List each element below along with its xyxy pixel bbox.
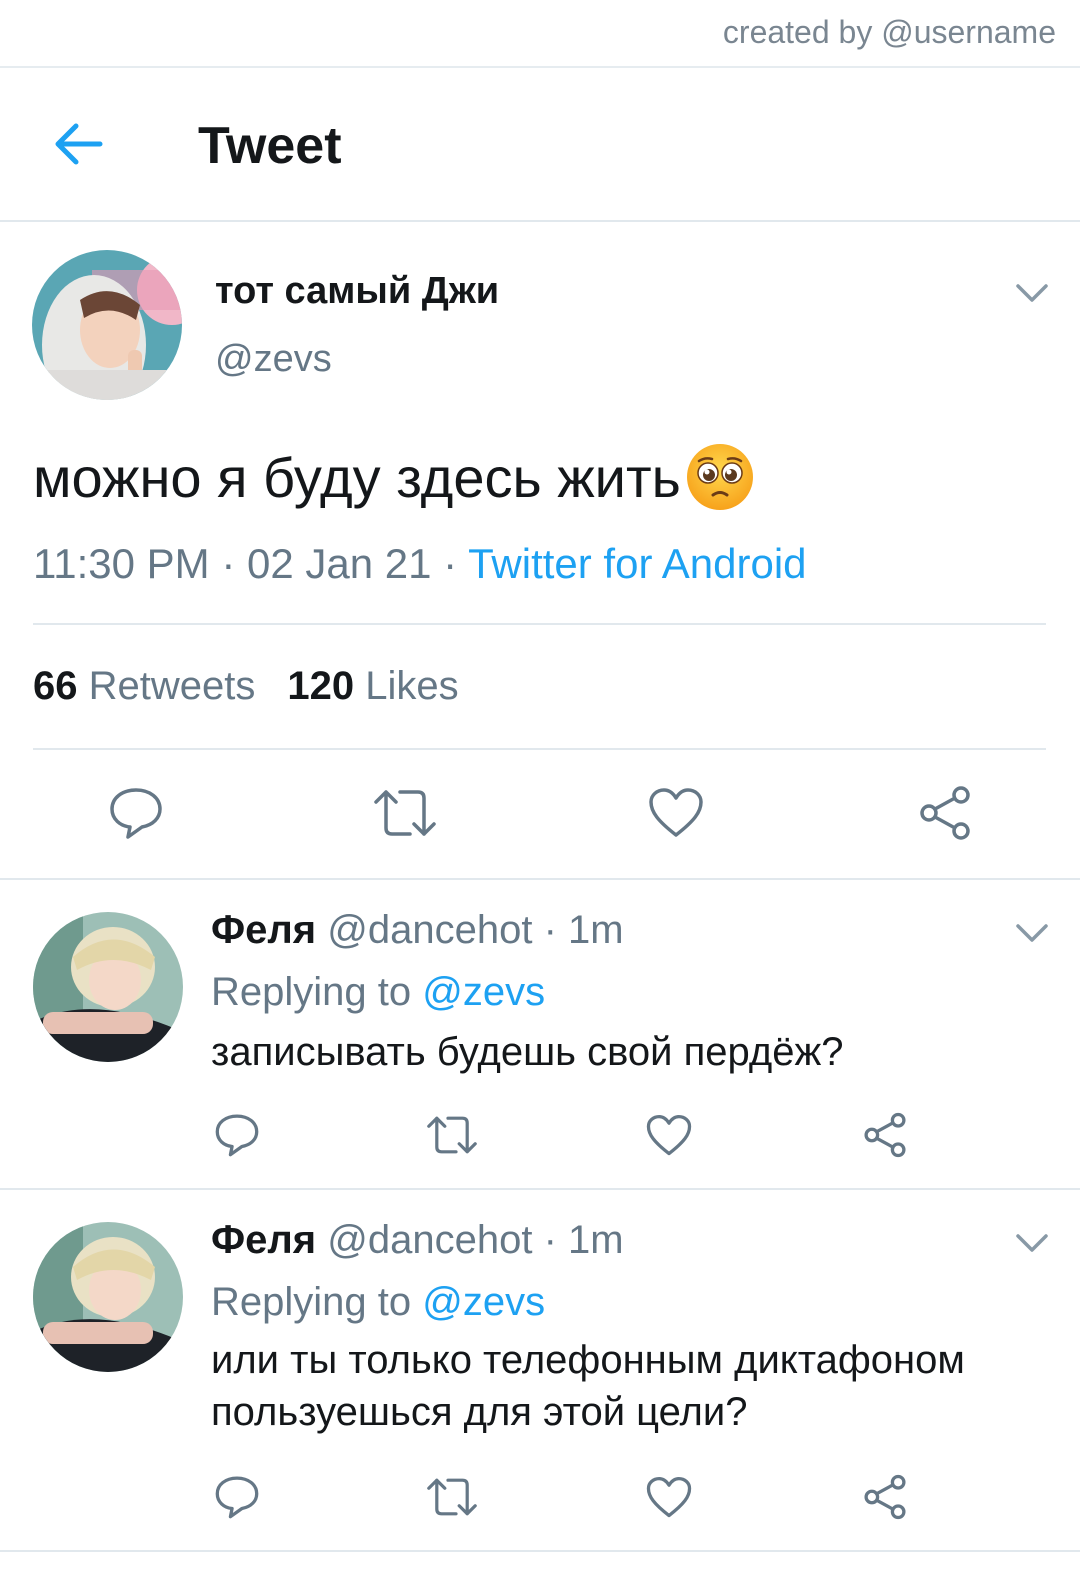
author-handle[interactable]: @zevs bbox=[215, 338, 332, 381]
reply-author-avatar[interactable] bbox=[33, 912, 183, 1062]
like-icon[interactable] bbox=[646, 1476, 692, 1519]
reply-icon[interactable] bbox=[214, 1112, 260, 1158]
reply-handle[interactable]: @dancehot bbox=[327, 908, 532, 952]
replying-to-mention[interactable]: @zevs bbox=[422, 970, 545, 1014]
tweet-metadata: 11:30 PM · 02 Jan 21 · Twitter for Andro… bbox=[33, 540, 807, 588]
like-icon[interactable] bbox=[646, 1114, 692, 1157]
replying-to-label: Replying to bbox=[211, 1280, 412, 1324]
section-divider bbox=[0, 1188, 1080, 1190]
meta-separator: · bbox=[221, 540, 247, 587]
reply-text: или ты только телефонным диктафоном поль… bbox=[211, 1338, 965, 1434]
replying-to-line: Replying to @zevs bbox=[211, 1280, 545, 1325]
share-icon[interactable] bbox=[862, 1474, 908, 1520]
author-display-name[interactable]: тот самый Джи bbox=[215, 270, 499, 313]
replying-to-label: Replying to bbox=[211, 970, 412, 1014]
like-icon[interactable] bbox=[648, 787, 704, 839]
chevron-down-icon[interactable] bbox=[1015, 282, 1049, 304]
chevron-down-icon[interactable] bbox=[1015, 1232, 1049, 1254]
reply-age: 1m bbox=[568, 1218, 624, 1262]
retweet-icon[interactable] bbox=[425, 1115, 479, 1155]
author-avatar[interactable] bbox=[32, 250, 182, 400]
tweet-text: можно я буду здесь жить bbox=[33, 442, 755, 512]
share-icon[interactable] bbox=[917, 785, 973, 841]
watermark-text: created by @username bbox=[722, 14, 1056, 50]
reply-display-name[interactable]: Феля bbox=[211, 1218, 316, 1262]
chevron-down-icon[interactable] bbox=[1015, 922, 1049, 944]
reply-text: записывать будешь свой пердёж? bbox=[211, 1030, 844, 1074]
page-title: Tweet bbox=[198, 117, 342, 175]
retweets-stat[interactable]: 66 Retweets bbox=[33, 664, 255, 708]
retweet-icon[interactable] bbox=[425, 1477, 479, 1517]
separator bbox=[33, 623, 1046, 625]
tweet-time: 11:30 PM bbox=[33, 540, 210, 587]
section-divider bbox=[0, 1550, 1080, 1552]
tweet-source-link[interactable]: Twitter for Android bbox=[468, 540, 806, 587]
retweets-count: 66 bbox=[33, 664, 78, 708]
tweet-text-content: можно я буду здесь жить bbox=[33, 445, 681, 509]
back-arrow-icon[interactable] bbox=[50, 116, 106, 172]
engagement-stats: 66 Retweets 120 Likes bbox=[33, 664, 459, 709]
app-header: Tweet bbox=[0, 68, 1080, 222]
tweet-date: 02 Jan 21 bbox=[246, 540, 432, 587]
reply-handle[interactable]: @dancehot bbox=[327, 1218, 532, 1262]
likes-stat[interactable]: 120 Likes bbox=[287, 664, 458, 708]
meta-separator: · bbox=[543, 1218, 569, 1262]
meta-separator: · bbox=[443, 540, 469, 587]
replying-to-line: Replying to @zevs bbox=[211, 970, 545, 1015]
reply-icon[interactable] bbox=[214, 1474, 260, 1520]
retweets-label: Retweets bbox=[88, 664, 256, 708]
share-icon[interactable] bbox=[862, 1112, 908, 1158]
reply-icon[interactable] bbox=[108, 785, 164, 841]
replying-to-mention[interactable]: @zevs bbox=[422, 1280, 545, 1324]
reply-display-name[interactable]: Феля bbox=[211, 908, 316, 952]
pleading-face-emoji bbox=[686, 444, 753, 510]
watermark-bar: created by @username bbox=[0, 0, 1080, 68]
likes-label: Likes bbox=[365, 664, 459, 708]
likes-count: 120 bbox=[287, 664, 355, 708]
reply-header: Феля @dancehot · 1m bbox=[211, 908, 624, 953]
meta-separator: · bbox=[543, 908, 569, 952]
reply-age: 1m bbox=[568, 908, 624, 952]
separator bbox=[33, 748, 1046, 750]
retweet-icon[interactable] bbox=[372, 788, 438, 838]
reply-header: Феля @dancehot · 1m bbox=[211, 1218, 624, 1263]
section-divider bbox=[0, 878, 1080, 880]
reply-author-avatar[interactable] bbox=[33, 1222, 183, 1372]
